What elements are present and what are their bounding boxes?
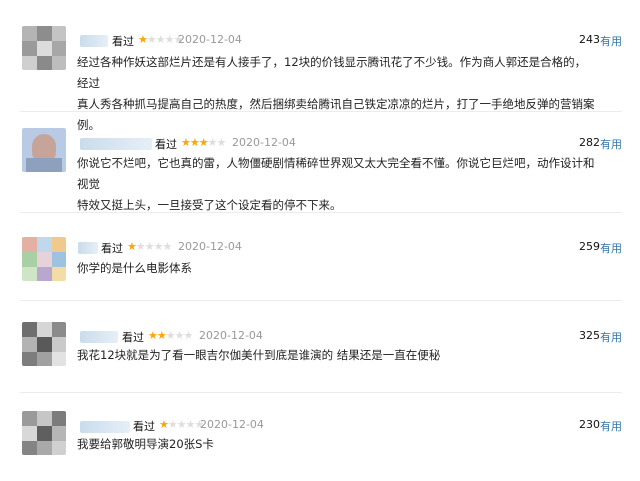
avatar[interactable] bbox=[22, 411, 66, 455]
useful-button[interactable]: 有用 bbox=[600, 418, 622, 434]
divider bbox=[20, 111, 622, 112]
comment-date: 2020-12-04 bbox=[178, 240, 242, 253]
divider bbox=[20, 300, 622, 301]
watch-status: 看过 bbox=[133, 420, 155, 433]
comment-date: 2020-12-04 bbox=[232, 136, 296, 149]
vote-count: 243 bbox=[579, 33, 600, 46]
useful-button[interactable]: 有用 bbox=[600, 329, 622, 345]
comment-date: 2020-12-04 bbox=[199, 329, 263, 342]
comment-date: 2020-12-04 bbox=[200, 418, 264, 431]
comment-text: 我要给郭敬明导演20张S卡 bbox=[77, 437, 214, 451]
vote-count: 230 bbox=[579, 418, 600, 431]
divider bbox=[20, 392, 622, 393]
comment-text: 你说它不烂吧，它也真的雷，人物僵硬剧情稀碎世界观又太大完全看不懂。你说它巨烂吧，… bbox=[77, 156, 595, 212]
useful-button[interactable]: 有用 bbox=[600, 240, 622, 256]
comment-text: 你学的是什么电影体系 bbox=[77, 261, 192, 275]
comment-text: 我花12块就是为了看一眼吉尔伽美什到底是谁演的 结果还是一直在便秘 bbox=[77, 348, 441, 362]
vote-count: 259 bbox=[579, 240, 600, 253]
vote-count: 282 bbox=[579, 136, 600, 149]
avatar[interactable] bbox=[22, 322, 66, 366]
watch-status: 看过 bbox=[122, 331, 144, 344]
vote-count: 325 bbox=[579, 329, 600, 342]
username-blurred[interactable] bbox=[80, 35, 108, 47]
rating-stars: ★★★★★ bbox=[148, 329, 193, 342]
username-blurred[interactable] bbox=[78, 242, 98, 254]
useful-button[interactable]: 有用 bbox=[600, 136, 622, 152]
useful-button[interactable]: 有用 bbox=[600, 33, 622, 49]
avatar[interactable] bbox=[22, 237, 66, 281]
avatar[interactable] bbox=[22, 26, 66, 70]
watch-status: 看过 bbox=[155, 138, 177, 151]
comment-date: 2020-12-04 bbox=[178, 33, 242, 46]
username-blurred[interactable] bbox=[80, 421, 130, 433]
rating-stars: ★★★★★ bbox=[181, 136, 226, 149]
rating-stars: ★★★★★ bbox=[138, 33, 183, 46]
watch-status: 看过 bbox=[112, 35, 134, 48]
rating-stars: ★★★★★ bbox=[127, 240, 172, 253]
watch-status: 看过 bbox=[101, 242, 123, 255]
comment-text: 经过各种作妖这部烂片还是有人接手了，12块的价钱显示腾讯花了不少钱。作为商人郭还… bbox=[77, 55, 595, 132]
rating-stars: ★★★★★ bbox=[159, 418, 204, 431]
username-blurred[interactable] bbox=[80, 331, 118, 343]
divider bbox=[20, 212, 622, 213]
avatar[interactable] bbox=[22, 128, 66, 172]
username-blurred[interactable] bbox=[80, 138, 152, 150]
